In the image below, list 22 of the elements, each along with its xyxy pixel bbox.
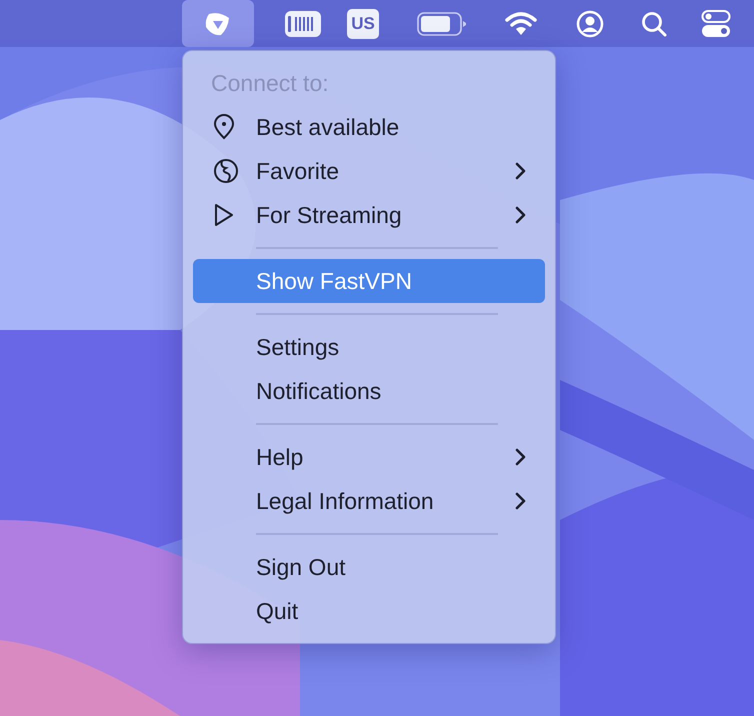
user-icon — [576, 10, 604, 38]
menu-item[interactable]: Favorite — [193, 149, 545, 193]
menu-item[interactable]: Show FastVPN — [193, 259, 545, 303]
meter-icon — [285, 10, 321, 38]
play-icon — [213, 202, 235, 228]
menu-item[interactable]: Quit — [193, 589, 545, 633]
menu-item[interactable]: Legal Information — [193, 479, 545, 523]
control-center-icon — [701, 8, 731, 38]
battery-icon — [417, 12, 467, 36]
location-pin-icon — [213, 114, 235, 140]
menu-item[interactable]: Best available — [193, 105, 545, 149]
menu-bar-item[interactable] — [182, 0, 254, 47]
menu-item[interactable]: Settings — [193, 325, 545, 369]
menu-item[interactable]: For Streaming — [193, 193, 545, 237]
menu-item[interactable]: Notifications — [193, 369, 545, 413]
menu-bar-item[interactable]: US — [338, 0, 388, 47]
menu-item[interactable]: Sign Out — [193, 545, 545, 589]
menu-item[interactable]: Help — [193, 435, 545, 479]
globe-icon — [213, 158, 239, 184]
input-source-badge: US — [347, 8, 379, 38]
search-icon — [640, 10, 668, 38]
wifi-icon — [505, 10, 537, 36]
